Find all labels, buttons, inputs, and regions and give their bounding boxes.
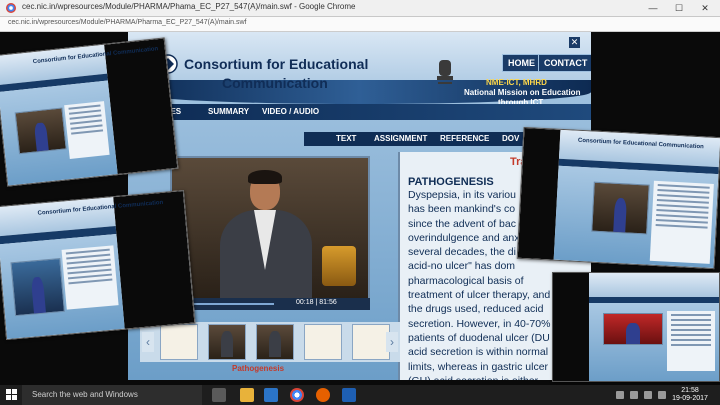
thumbnail[interactable]	[256, 324, 294, 360]
thumbnail-strip: ‹ ›	[140, 322, 400, 362]
clock-time: 21:58	[681, 387, 699, 394]
mini-text	[61, 245, 119, 310]
network-icon[interactable]	[630, 391, 638, 399]
mini-tab-bar	[589, 296, 719, 304]
national-emblem-icon	[437, 60, 453, 84]
thumbnail[interactable]	[160, 324, 198, 360]
url-text: cec.nic.in/wpresources/Module/PHARMA/Pha…	[8, 19, 247, 26]
firefox-icon[interactable]	[316, 388, 330, 402]
mini-video	[14, 107, 67, 155]
video-time: 00:18 | 81:56	[296, 299, 337, 306]
file-explorer-icon[interactable]	[240, 388, 254, 402]
mini-text	[667, 311, 715, 371]
close-window-button[interactable]: ✕	[692, 1, 718, 15]
task-view-icon[interactable]	[212, 388, 226, 402]
mini-video	[591, 181, 650, 235]
thumbnail[interactable]	[304, 324, 342, 360]
mini-header	[589, 273, 719, 297]
taskbar-search-box[interactable]: Search the web and Windows	[22, 385, 202, 405]
subtab-download[interactable]: DOV	[502, 132, 519, 146]
tab-video-audio[interactable]: VIDEO / AUDIO	[262, 104, 319, 120]
black-area	[113, 191, 195, 329]
video-controls[interactable]: 00:18 | 81:56	[170, 298, 370, 310]
chrome-taskbar-icon[interactable]	[290, 388, 304, 402]
clock-date: 19-09-2017	[672, 395, 708, 402]
subtab-reference[interactable]: REFERENCE	[440, 132, 489, 146]
mini-video	[603, 313, 663, 345]
org-name-line2: Communication	[222, 75, 328, 91]
app-close-button[interactable]: ✕	[569, 37, 580, 48]
title-bar: cec.nic.in/wpresources/Module/PHARMA/Pha…	[0, 0, 720, 17]
org-name-line1: Consortium for Educational	[184, 56, 369, 72]
presenter-hair	[248, 170, 282, 184]
video-player[interactable]	[170, 156, 370, 300]
subtab-assignment[interactable]: ASSIGNMENT	[374, 132, 427, 146]
collage-screenshot-3: Consortium for Educational Communication	[516, 126, 720, 270]
collage-screenshot-4	[552, 272, 720, 382]
black-area	[553, 273, 589, 381]
mini-text	[649, 180, 714, 264]
search-placeholder: Search the web and Windows	[32, 390, 138, 399]
tray-up-icon[interactable]	[616, 391, 624, 399]
mission-title: NME-ICT, MHRD	[486, 78, 547, 87]
taskbar-clock[interactable]: 21:58 19-09-2017	[670, 387, 710, 403]
window-title: cec.nic.in/wpresources/Module/PHARMA/Pha…	[22, 2, 356, 11]
subtab-text[interactable]: TEXT	[336, 132, 356, 146]
address-bar[interactable]: cec.nic.in/wpresources/Module/PHARMA/Pha…	[0, 17, 720, 32]
maximize-button[interactable]: ☐	[666, 1, 692, 15]
windows-taskbar: Search the web and Windows 21:58 19-09-2…	[0, 385, 720, 405]
minimize-button[interactable]: —	[640, 1, 666, 15]
store-icon[interactable]	[264, 388, 278, 402]
mini-text	[64, 101, 110, 159]
chrome-icon	[6, 3, 16, 13]
background-bottles	[322, 246, 356, 286]
collage-screenshot-1: Consortium for Educational Communication	[0, 37, 179, 187]
main-tab-bar: TIVES SUMMARY VIDEO / AUDIO	[128, 104, 591, 120]
contact-button[interactable]: CONTACT	[538, 54, 591, 72]
mission-subtitle: National Mission on Education	[464, 88, 581, 97]
prev-arrow-icon[interactable]: ‹	[142, 332, 154, 352]
tab-summary[interactable]: SUMMARY	[208, 104, 249, 120]
next-arrow-icon[interactable]: ›	[386, 332, 398, 352]
thumbnail-caption: Pathogenesis	[232, 364, 285, 373]
volume-icon[interactable]	[644, 391, 652, 399]
home-button[interactable]: HOME	[502, 54, 541, 72]
thumbnail[interactable]	[352, 324, 390, 360]
thumbnail[interactable]	[208, 324, 246, 360]
battery-icon[interactable]	[658, 391, 666, 399]
windows-start-icon[interactable]	[6, 389, 18, 401]
collage-screenshot-2: Consortium for Educational Communication	[0, 189, 196, 341]
mini-video	[10, 258, 65, 317]
transcript-heading: PATHOGENESIS	[408, 176, 494, 188]
app-icon[interactable]	[342, 388, 356, 402]
